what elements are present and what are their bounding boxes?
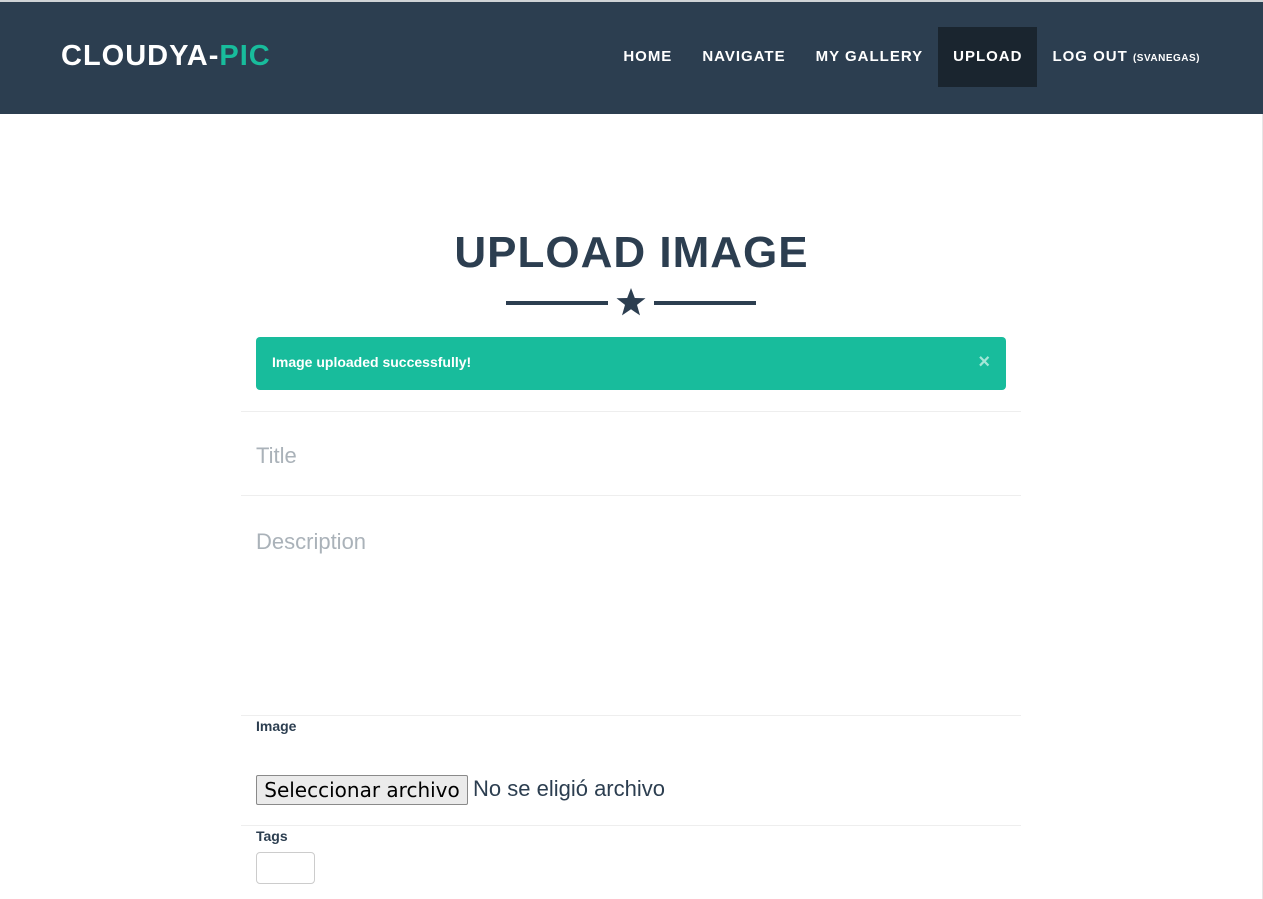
file-status-text: No se eligió archivo — [473, 776, 665, 801]
nav-navigate[interactable]: NAVIGATE — [687, 27, 800, 87]
title-divider — [506, 287, 756, 319]
description-textarea[interactable] — [256, 529, 1006, 699]
nav-upload[interactable]: UPLOAD — [938, 27, 1038, 87]
tags-label: Tags — [256, 828, 288, 844]
navbar: CLOUDYA-PIC HOME NAVIGATE MY GALLERY UPL… — [0, 2, 1263, 114]
choose-file-button[interactable]: Seleccionar archivo — [256, 775, 468, 805]
nav-home[interactable]: HOME — [608, 27, 687, 87]
brand-logo[interactable]: CLOUDYA-PIC — [61, 39, 271, 73]
success-alert: Image uploaded successfully! × — [256, 337, 1006, 390]
brand-main-text: CLOUDYA- — [61, 40, 220, 72]
nav-logout-label: LOG OUT — [1052, 48, 1128, 65]
star-icon — [616, 288, 646, 316]
divider-tags-top — [241, 825, 1021, 826]
page-title: UPLOAD IMAGE — [454, 228, 809, 277]
nav-logout[interactable]: LOG OUT (SVANEGAS) — [1037, 27, 1215, 87]
divider-line-right — [654, 301, 756, 305]
title-input[interactable] — [256, 441, 1006, 471]
nav-username: (SVANEGAS) — [1132, 53, 1200, 64]
divider-title-top — [241, 411, 1021, 412]
tags-input[interactable] — [256, 852, 315, 884]
divider-description-top — [241, 495, 1021, 496]
close-icon[interactable]: × — [978, 351, 990, 373]
nav-my-gallery[interactable]: MY GALLERY — [801, 27, 939, 87]
divider-line-left — [506, 301, 608, 305]
alert-message: Image uploaded successfully! — [272, 354, 472, 370]
image-label: Image — [256, 718, 297, 734]
divider-image-top — [241, 715, 1021, 716]
brand-accent-text: PIC — [219, 40, 271, 72]
nav-menu: HOME NAVIGATE MY GALLERY UPLOAD LOG OUT … — [608, 27, 1215, 87]
